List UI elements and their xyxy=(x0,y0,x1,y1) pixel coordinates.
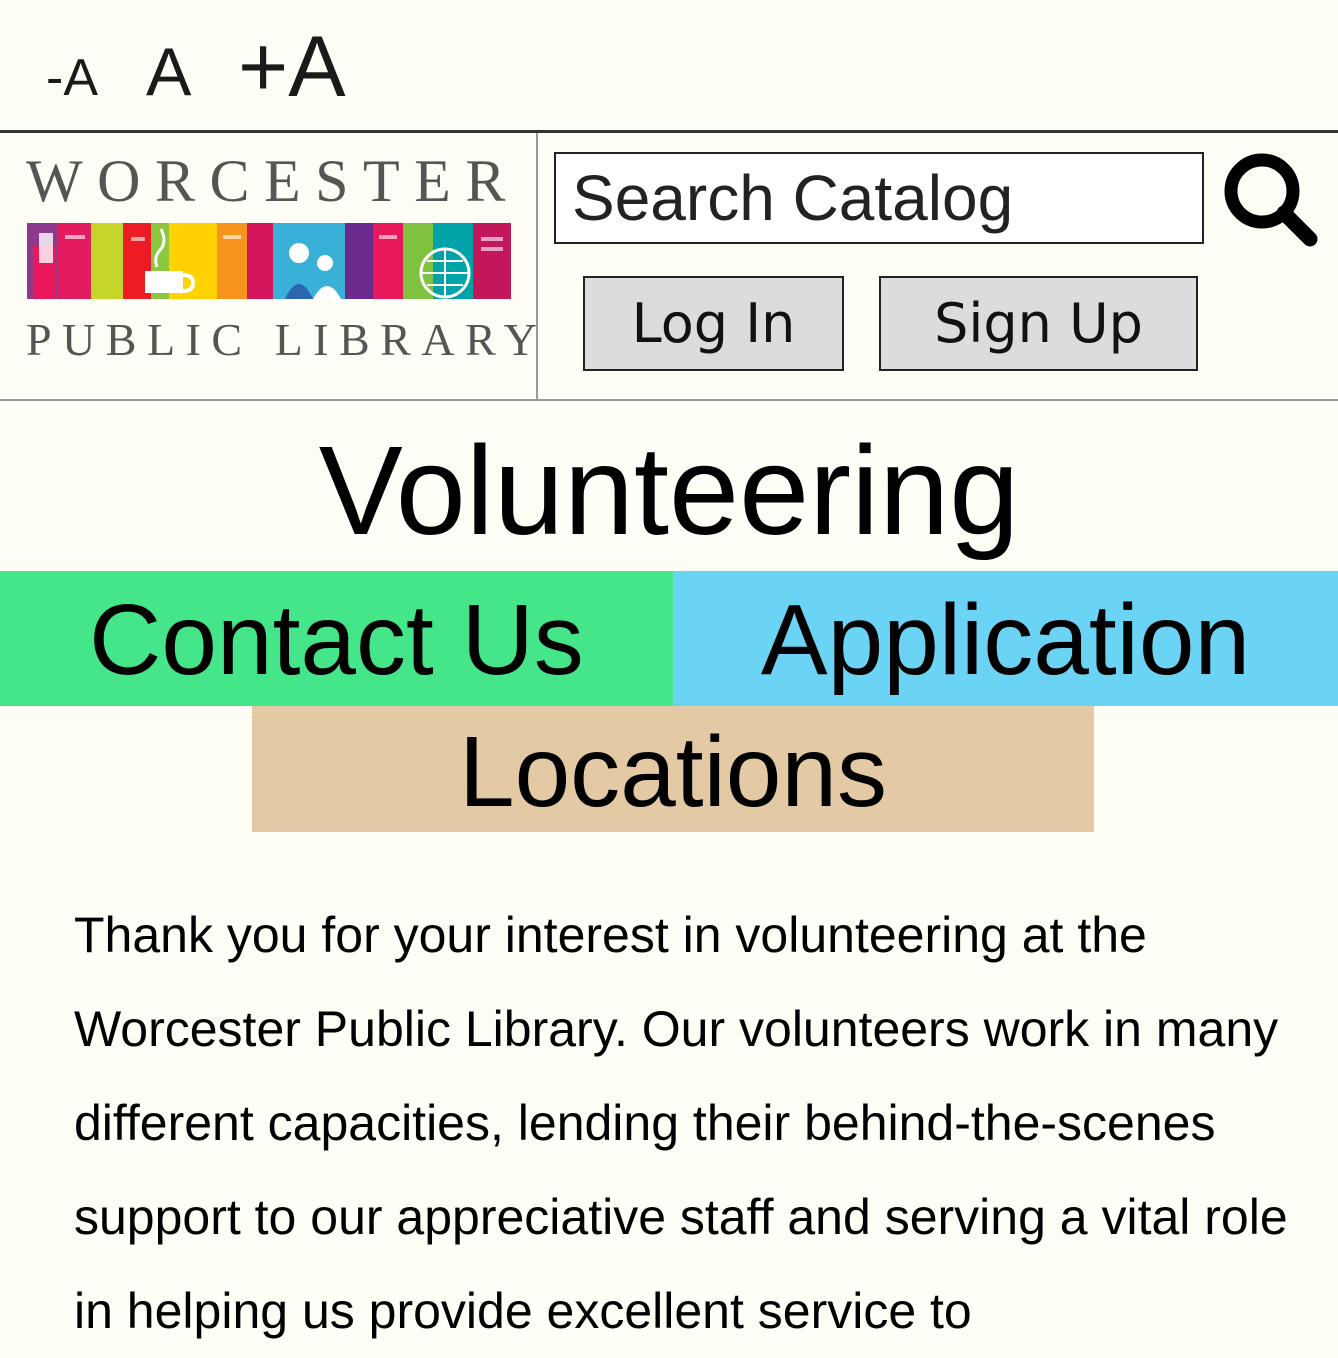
intro-paragraph: Thank you for your interest in volunteer… xyxy=(74,907,1288,1339)
page-title: Volunteering xyxy=(318,420,1020,561)
signup-button[interactable]: Sign Up xyxy=(879,276,1198,371)
logo-bookshelf-icon xyxy=(27,223,511,299)
decrease-font-button[interactable]: -A xyxy=(46,52,98,104)
library-logo[interactable]: WORCESTER PUBLIC LIBRARY xyxy=(0,133,538,399)
site-header: WORCESTER PUBLIC LIBRARY Search Catalog … xyxy=(0,133,1338,399)
logo-wordmark-bottom: PUBLIC LIBRARY xyxy=(26,314,548,365)
locations-tile[interactable]: Locations xyxy=(252,706,1094,832)
header-divider xyxy=(0,399,1338,401)
login-button[interactable]: Log In xyxy=(583,276,844,371)
font-size-controls: -A A +A xyxy=(0,0,1338,130)
search-icon[interactable] xyxy=(1222,151,1322,251)
increase-font-button[interactable]: +A xyxy=(238,24,346,110)
contact-us-tile[interactable]: Contact Us xyxy=(0,571,673,706)
logo-wordmark-top: WORCESTER xyxy=(26,148,520,214)
search-input[interactable] xyxy=(554,152,1204,244)
application-tile[interactable]: Application xyxy=(673,571,1338,706)
normal-font-button[interactable]: A xyxy=(146,38,191,106)
